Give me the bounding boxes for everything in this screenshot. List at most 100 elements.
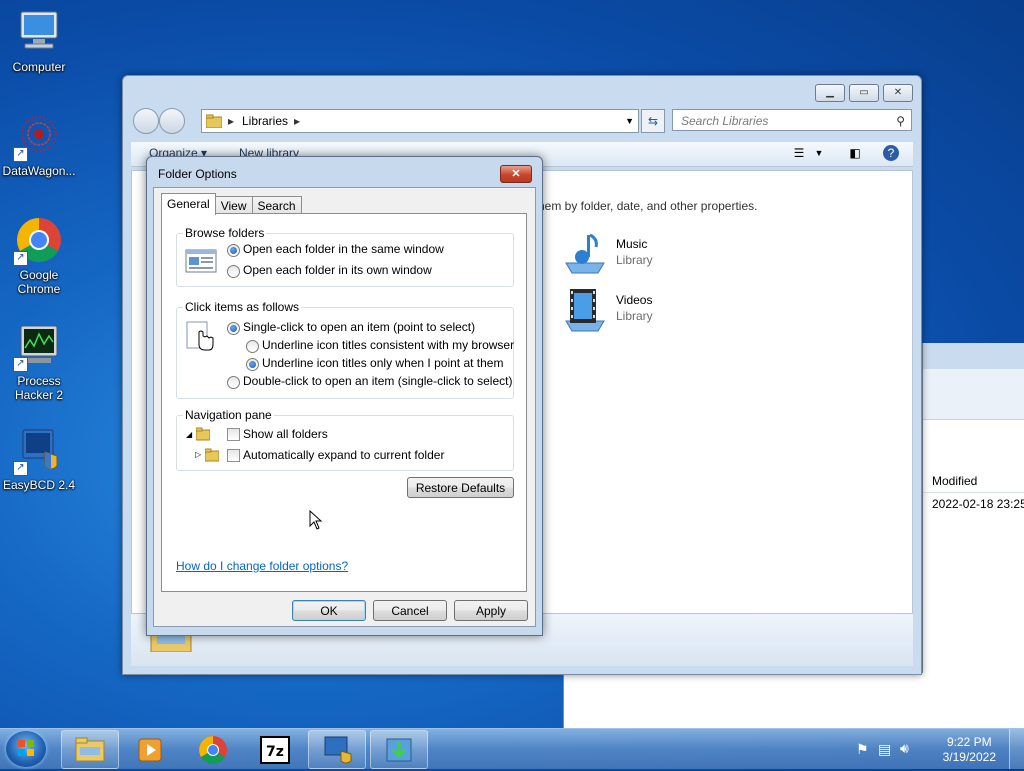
show-desktop-button[interactable]: [1009, 729, 1024, 769]
libraries-folder-icon: [205, 113, 223, 129]
option-own-window[interactable]: Open each folder in its own window: [243, 263, 432, 277]
taskbar-easybcd-button[interactable]: [308, 730, 366, 769]
help-icon[interactable]: ?: [883, 145, 899, 161]
windows-logo-icon: [18, 740, 34, 756]
close-button[interactable]: ✕: [883, 84, 913, 102]
radio-underline-point[interactable]: [246, 358, 259, 371]
folder-icon: [75, 737, 105, 762]
library-name: Videos: [616, 293, 653, 307]
desktop-icon-label: EasyBCD 2.4: [2, 478, 76, 492]
radio-underline-browser[interactable]: [246, 340, 259, 353]
radio-same-window[interactable]: [227, 244, 240, 257]
checkbox-show-all-folders[interactable]: [227, 428, 240, 441]
shortcut-arrow-icon: ↗: [13, 357, 28, 372]
forward-button[interactable]: [159, 108, 185, 134]
browse-folders-group: Browse folders Open each folder in the s…: [176, 226, 514, 287]
7zip-icon: 7z: [260, 736, 290, 764]
checkbox-auto-expand[interactable]: [227, 449, 240, 462]
library-type: Library: [616, 253, 653, 267]
computer-icon: [15, 8, 63, 56]
clock-time: 9:22 PM: [946, 735, 992, 749]
chrome-icon: ↗: [13, 216, 63, 266]
shortcut-arrow-icon: ↗: [13, 251, 28, 266]
clock-date: 3/19/2022: [942, 750, 996, 764]
desktop-icon-label: Computer: [12, 60, 66, 74]
radio-own-window[interactable]: [227, 265, 240, 278]
apply-button[interactable]: Apply: [454, 600, 528, 621]
desktop-icon-chrome[interactable]: ↗ Google Chrome: [0, 216, 78, 296]
clock[interactable]: 9:22 PM 3/19/2022: [943, 735, 996, 765]
search-placeholder: Search Libraries: [681, 114, 769, 128]
volume-icon[interactable]: 🔊︎: [900, 740, 909, 757]
taskbar-download-button[interactable]: [370, 730, 428, 769]
search-icon[interactable]: ⚲: [896, 110, 905, 132]
option-single-click[interactable]: Single-click to open an item (point to s…: [243, 320, 475, 334]
option-auto-expand[interactable]: Automatically expand to current folder: [243, 448, 444, 462]
ok-button[interactable]: OK: [292, 600, 366, 621]
dialog-title: Folder Options: [158, 167, 237, 181]
search-input[interactable]: Search Libraries ⚲: [672, 109, 912, 131]
breadcrumb-chevron-icon[interactable]: ▸: [294, 110, 300, 132]
library-name: Music: [616, 237, 648, 251]
easybcd-icon: [324, 736, 352, 764]
tab-general[interactable]: General: [161, 193, 216, 215]
option-underline-browser[interactable]: Underline icon titles consistent with my…: [262, 338, 514, 352]
general-tab-page: Browse folders Open each folder in the s…: [161, 213, 527, 592]
chrome-icon: [199, 736, 227, 764]
pointer-hand-icon: [185, 320, 217, 352]
option-double-click[interactable]: Double-click to open an item (single-cli…: [243, 374, 512, 388]
tab-strip: General View Search: [161, 193, 302, 215]
desktop-icon-process-hacker[interactable]: ↗ Process Hacker 2: [0, 322, 78, 402]
start-button[interactable]: [6, 731, 46, 767]
library-item-videos[interactable]: Videos Library: [562, 287, 702, 335]
help-link[interactable]: How do I change folder options?: [176, 559, 348, 573]
desktop-icon-easybcd[interactable]: ↗ EasyBCD 2.4: [0, 426, 78, 492]
download-icon: [386, 738, 412, 762]
folder-icon: [204, 448, 220, 462]
click-items-group: Click items as follows Single-click to o…: [176, 300, 514, 399]
videos-library-icon: [562, 287, 608, 333]
breadcrumb-libraries[interactable]: Libraries: [242, 110, 288, 132]
background-window[interactable]: Modified 2022-02-18 23:25: [922, 343, 1024, 729]
taskbar-7zip-button[interactable]: 7z: [246, 730, 304, 769]
option-underline-point[interactable]: Underline icon titles only when I point …: [262, 356, 503, 370]
folder-options-dialog[interactable]: Folder Options ✕ General View Search Bro…: [146, 156, 543, 636]
desktop-icon-label: Process Hacker 2: [14, 374, 64, 402]
desktop-icon-computer[interactable]: Computer: [0, 8, 78, 74]
taskbar-explorer-button[interactable]: [61, 730, 119, 769]
easybcd-icon: ↗: [13, 426, 63, 476]
group-title: Navigation pane: [183, 408, 274, 422]
taskbar-chrome-button[interactable]: [184, 730, 242, 769]
desktop-icon-label: Google Chrome: [17, 268, 61, 296]
group-title: Browse folders: [183, 226, 267, 240]
window-illustration-icon: [185, 246, 217, 278]
breadcrumb-chevron-icon[interactable]: ▸: [228, 110, 234, 132]
view-dropdown-icon[interactable]: ▼: [811, 145, 827, 161]
radio-single-click[interactable]: [227, 322, 240, 335]
view-options-icon[interactable]: ☰: [791, 145, 807, 161]
navigation-pane-group: Navigation pane ◢ Show all folders ▷ Aut…: [176, 408, 514, 471]
library-item-music[interactable]: Music Library: [562, 231, 702, 279]
maximize-button[interactable]: ▭: [849, 84, 879, 102]
cancel-button[interactable]: Cancel: [373, 600, 447, 621]
refresh-icon[interactable]: ⇆: [641, 109, 665, 133]
column-header-modified[interactable]: Modified: [923, 470, 1024, 493]
dialog-close-button[interactable]: ✕: [500, 165, 532, 183]
preview-pane-icon[interactable]: ◧: [847, 145, 863, 161]
option-same-window[interactable]: Open each folder in the same window: [243, 242, 444, 256]
option-show-all-folders[interactable]: Show all folders: [243, 427, 328, 441]
address-bar[interactable]: ▸ Libraries ▸ ▼: [201, 109, 639, 133]
network-icon[interactable]: ▤: [878, 741, 891, 758]
svg-text:7z: 7z: [266, 744, 284, 760]
address-dropdown-icon[interactable]: ▼: [625, 110, 634, 132]
minimize-button[interactable]: ▁: [815, 84, 845, 102]
shortcut-arrow-icon: ↗: [13, 147, 28, 162]
modified-cell: 2022-02-18 23:25: [932, 497, 1024, 511]
back-button[interactable]: [133, 108, 159, 134]
taskbar-media-player-button[interactable]: [122, 730, 180, 769]
action-center-icon[interactable]: ⚑: [856, 741, 869, 758]
desktop-icon-datawagon[interactable]: ↗ DataWagon...: [0, 112, 78, 178]
tree-collapsed-icon: ▷: [195, 450, 202, 459]
restore-defaults-button[interactable]: Restore Defaults: [407, 477, 514, 498]
radio-double-click[interactable]: [227, 376, 240, 389]
